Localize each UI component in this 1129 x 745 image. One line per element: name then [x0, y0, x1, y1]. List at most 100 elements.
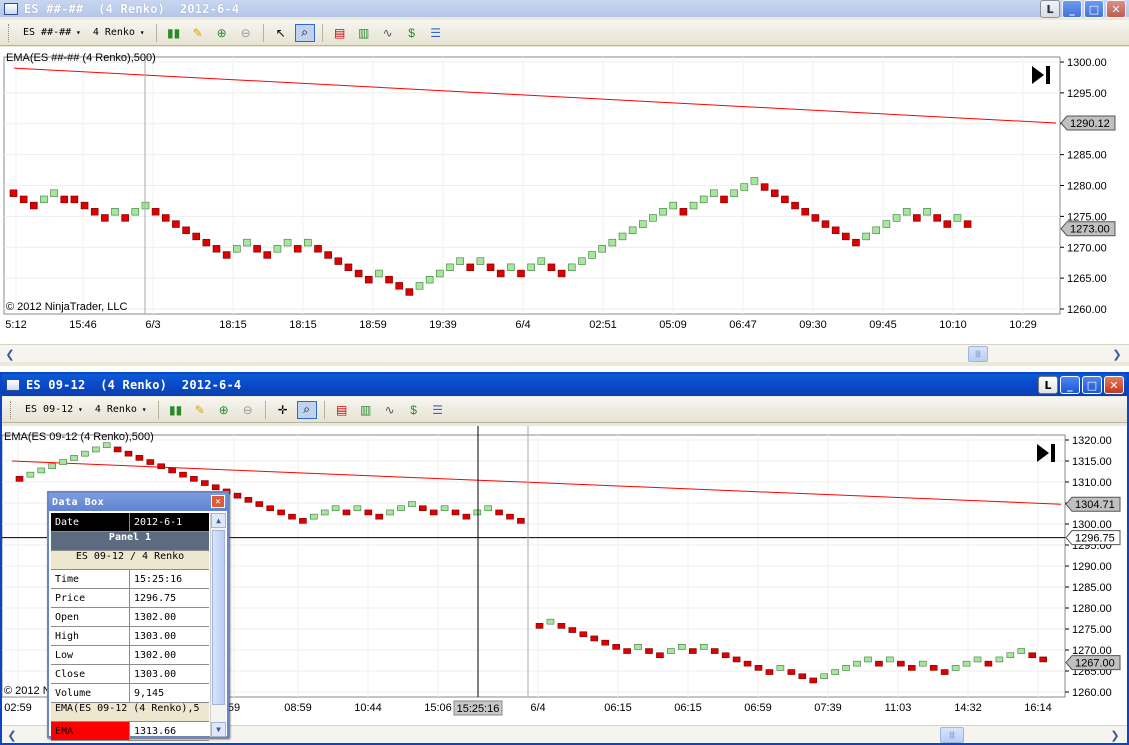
- data-box-row: Open 1302.00: [51, 608, 209, 627]
- x-tick-label: 06:15: [674, 702, 702, 714]
- zoom-in-icon[interactable]: ⊕: [212, 24, 232, 42]
- toolbar-grip[interactable]: [8, 23, 11, 42]
- minimize-button[interactable]: _: [1060, 376, 1080, 394]
- close-button[interactable]: ✕: [1106, 0, 1126, 18]
- renko-brick: [354, 269, 363, 278]
- y-tick-label: 1315.00: [1072, 456, 1112, 468]
- close-button[interactable]: ✕: [1104, 376, 1124, 394]
- bottom-window-titlebar[interactable]: ES 09-12 (4 Renko) 2012-6-4 L _ □ ✕: [2, 374, 1127, 396]
- properties-icon[interactable]: ☰: [428, 401, 448, 419]
- pencil-icon[interactable]: ✎: [190, 401, 210, 419]
- x-tick-label: 11:03: [885, 702, 912, 714]
- x-tick-label: 15:46: [69, 319, 97, 331]
- renko-brick: [669, 201, 678, 210]
- magnifier-icon[interactable]: ⌕: [296, 400, 317, 419]
- renko-brick: [776, 665, 785, 671]
- renko-brick: [253, 245, 261, 253]
- renko-brick: [418, 505, 427, 512]
- magnifier-icon[interactable]: ⌕: [294, 23, 315, 42]
- data-box-window[interactable]: Data Box ✕ Date 2012-6-1 Panel 1 ES 09-1…: [47, 491, 229, 741]
- renko-brick: [679, 208, 688, 216]
- maximize-button[interactable]: □: [1084, 0, 1104, 18]
- scroll-left-icon[interactable]: ❮: [2, 346, 18, 362]
- scroll-down-icon[interactable]: ▼: [211, 722, 226, 737]
- renko-brick: [353, 505, 362, 512]
- scroll-up-icon[interactable]: ▲: [211, 513, 226, 528]
- renko-brick: [590, 635, 599, 642]
- renko-brick: [495, 509, 503, 516]
- toolbar-separator: [323, 400, 325, 419]
- renko-brick: [70, 195, 79, 204]
- renko-brick: [440, 505, 449, 512]
- renko-brick: [546, 618, 555, 625]
- zoom-in-icon[interactable]: ⊕: [214, 401, 234, 419]
- chart-trader-icon[interactable]: ▤: [330, 24, 350, 42]
- data-box-close-icon[interactable]: ✕: [211, 495, 225, 508]
- scroll-thumb[interactable]: [212, 530, 225, 705]
- scroll-thumb[interactable]: |||: [968, 346, 988, 362]
- toolbar-grip[interactable]: [10, 400, 13, 419]
- top-horizontal-scrollbar[interactable]: ❮ ||| ❯: [0, 344, 1129, 362]
- dollar-icon[interactable]: $: [404, 401, 424, 419]
- dollar-icon[interactable]: $: [402, 24, 422, 42]
- renko-brick: [963, 220, 972, 228]
- renko-brick: [567, 263, 576, 272]
- strategies-icon[interactable]: ∿: [378, 24, 398, 42]
- renko-brick: [821, 220, 830, 228]
- scroll-left-icon[interactable]: ❮: [4, 727, 20, 743]
- renko-brick: [405, 288, 414, 296]
- x-tick-label: 06:47: [729, 319, 757, 331]
- renko-brick: [962, 660, 971, 667]
- cursor-icon[interactable]: ↖: [271, 24, 291, 42]
- renko-brick: [50, 189, 58, 197]
- scroll-thumb[interactable]: |||: [940, 727, 964, 743]
- instrument-selector[interactable]: ES ##-##: [19, 25, 85, 40]
- period-selector[interactable]: 4 Renko: [91, 402, 151, 417]
- indicators-icon[interactable]: ▥: [354, 24, 374, 42]
- data-box-title[interactable]: Data Box: [49, 493, 227, 511]
- top-window-titlebar[interactable]: ES ##-## (4 Renko) 2012-6-4 L _ □ ✕: [0, 0, 1129, 18]
- renko-brick: [48, 463, 57, 470]
- renko-brick: [754, 665, 763, 671]
- bar-style-icon[interactable]: ▮▮: [164, 24, 184, 42]
- chart-trader-icon[interactable]: ▤: [332, 401, 352, 419]
- crosshair-icon[interactable]: ✛: [273, 401, 293, 419]
- jump-to-end-icon[interactable]: [1037, 444, 1055, 462]
- renko-brick: [124, 450, 133, 457]
- pencil-icon[interactable]: ✎: [188, 24, 208, 42]
- renko-brick: [923, 208, 931, 216]
- bar-style-icon[interactable]: ▮▮: [166, 401, 186, 419]
- instrument-selector[interactable]: ES 09-12: [21, 402, 87, 417]
- jump-to-end-icon[interactable]: [1032, 66, 1050, 84]
- renko-brick: [202, 238, 211, 247]
- renko-brick: [507, 263, 515, 272]
- scroll-right-icon[interactable]: ❯: [1109, 346, 1125, 362]
- renko-brick: [456, 257, 464, 265]
- maximize-button[interactable]: □: [1082, 376, 1102, 394]
- link-button[interactable]: L: [1040, 0, 1060, 18]
- zoom-out-icon[interactable]: ⊖: [236, 24, 256, 42]
- data-box-scrollbar[interactable]: ▲ ▼: [210, 513, 226, 737]
- data-box-value: 1303.00: [134, 630, 177, 642]
- renko-brick: [943, 220, 952, 228]
- minimize-button[interactable]: _: [1062, 0, 1082, 18]
- zoom-out-icon[interactable]: ⊖: [238, 401, 258, 419]
- properties-icon[interactable]: ☰: [426, 24, 446, 42]
- y-tick-label: 1260.00: [1072, 687, 1112, 699]
- indicators-icon[interactable]: ▥: [356, 401, 376, 419]
- y-tick-label: 1285.00: [1072, 582, 1112, 594]
- toolbar-separator: [155, 23, 157, 42]
- renko-brick: [872, 226, 881, 234]
- top-chart-window[interactable]: ES ##-## (4 Renko) 2012-6-4 L _ □ ✕ ES #…: [0, 0, 1129, 366]
- x-tick-label: 08:59: [284, 702, 312, 714]
- scroll-right-icon[interactable]: ❯: [1107, 727, 1123, 743]
- top-chart-panel[interactable]: 1300.001295.001290.001285.001280.001275.…: [0, 47, 1129, 347]
- strategies-icon[interactable]: ∿: [380, 401, 400, 419]
- renko-brick: [29, 201, 38, 210]
- renko-brick: [535, 623, 544, 629]
- top-chart-canvas[interactable]: 1300.001295.001290.001285.001280.001275.…: [0, 47, 1129, 347]
- link-button[interactable]: L: [1038, 376, 1058, 394]
- period-selector[interactable]: 4 Renko: [89, 25, 149, 40]
- data-box-row: Volume 9,145: [51, 684, 209, 703]
- renko-brick: [1039, 656, 1047, 663]
